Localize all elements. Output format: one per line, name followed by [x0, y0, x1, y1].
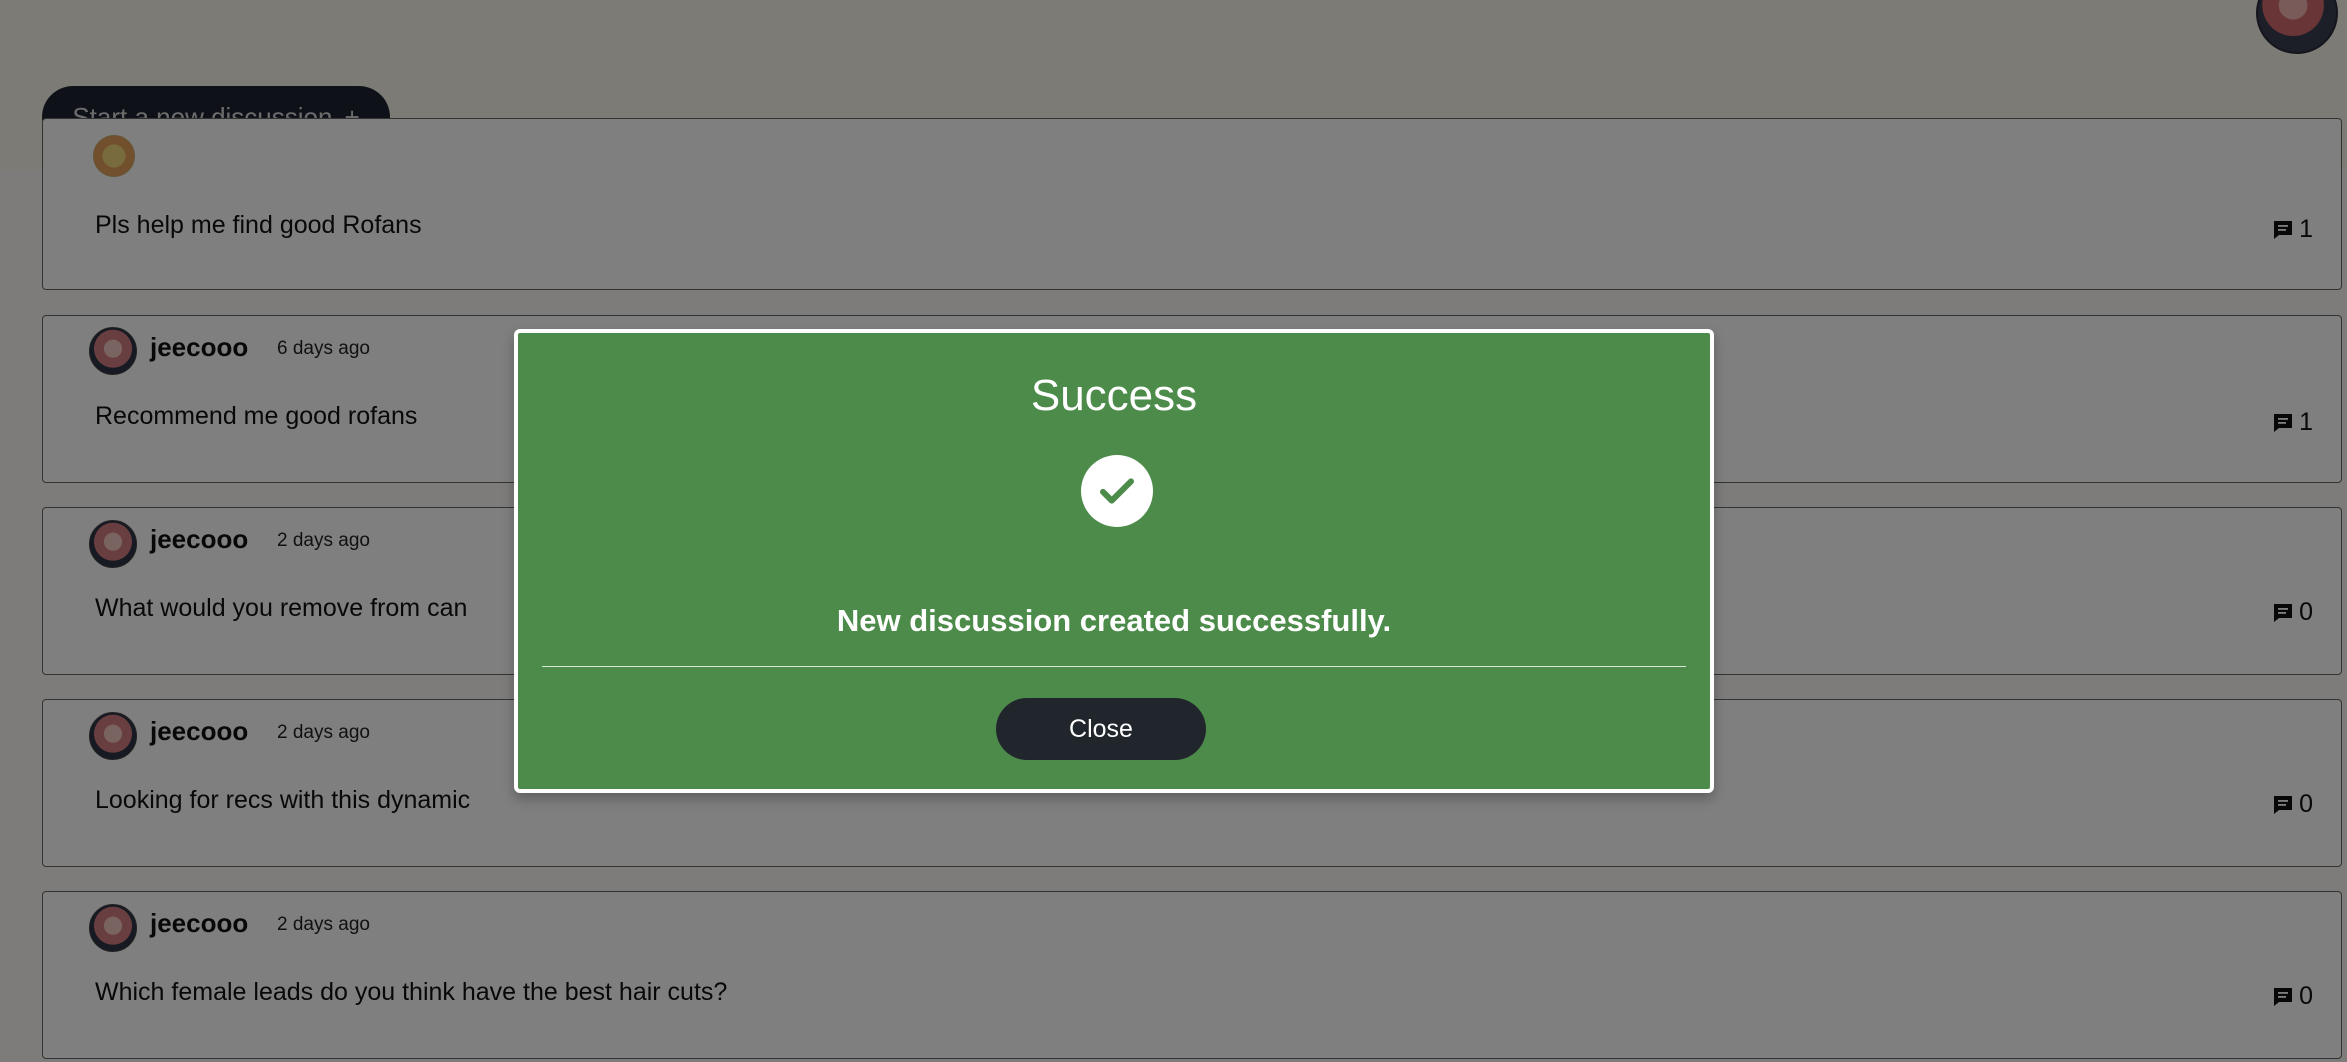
modal-message: New discussion created successfully.: [836, 603, 1392, 638]
modal-title: Success: [1030, 371, 1198, 420]
success-modal: Success New discussion created successfu…: [514, 329, 1714, 793]
discussions-page: Start a new discussion + Pls help me fin…: [0, 0, 2347, 1062]
check-icon: [1081, 455, 1153, 527]
close-button[interactable]: Close: [996, 698, 1206, 760]
modal-divider: [542, 666, 1686, 667]
checkmark-glyph: [1100, 478, 1134, 504]
